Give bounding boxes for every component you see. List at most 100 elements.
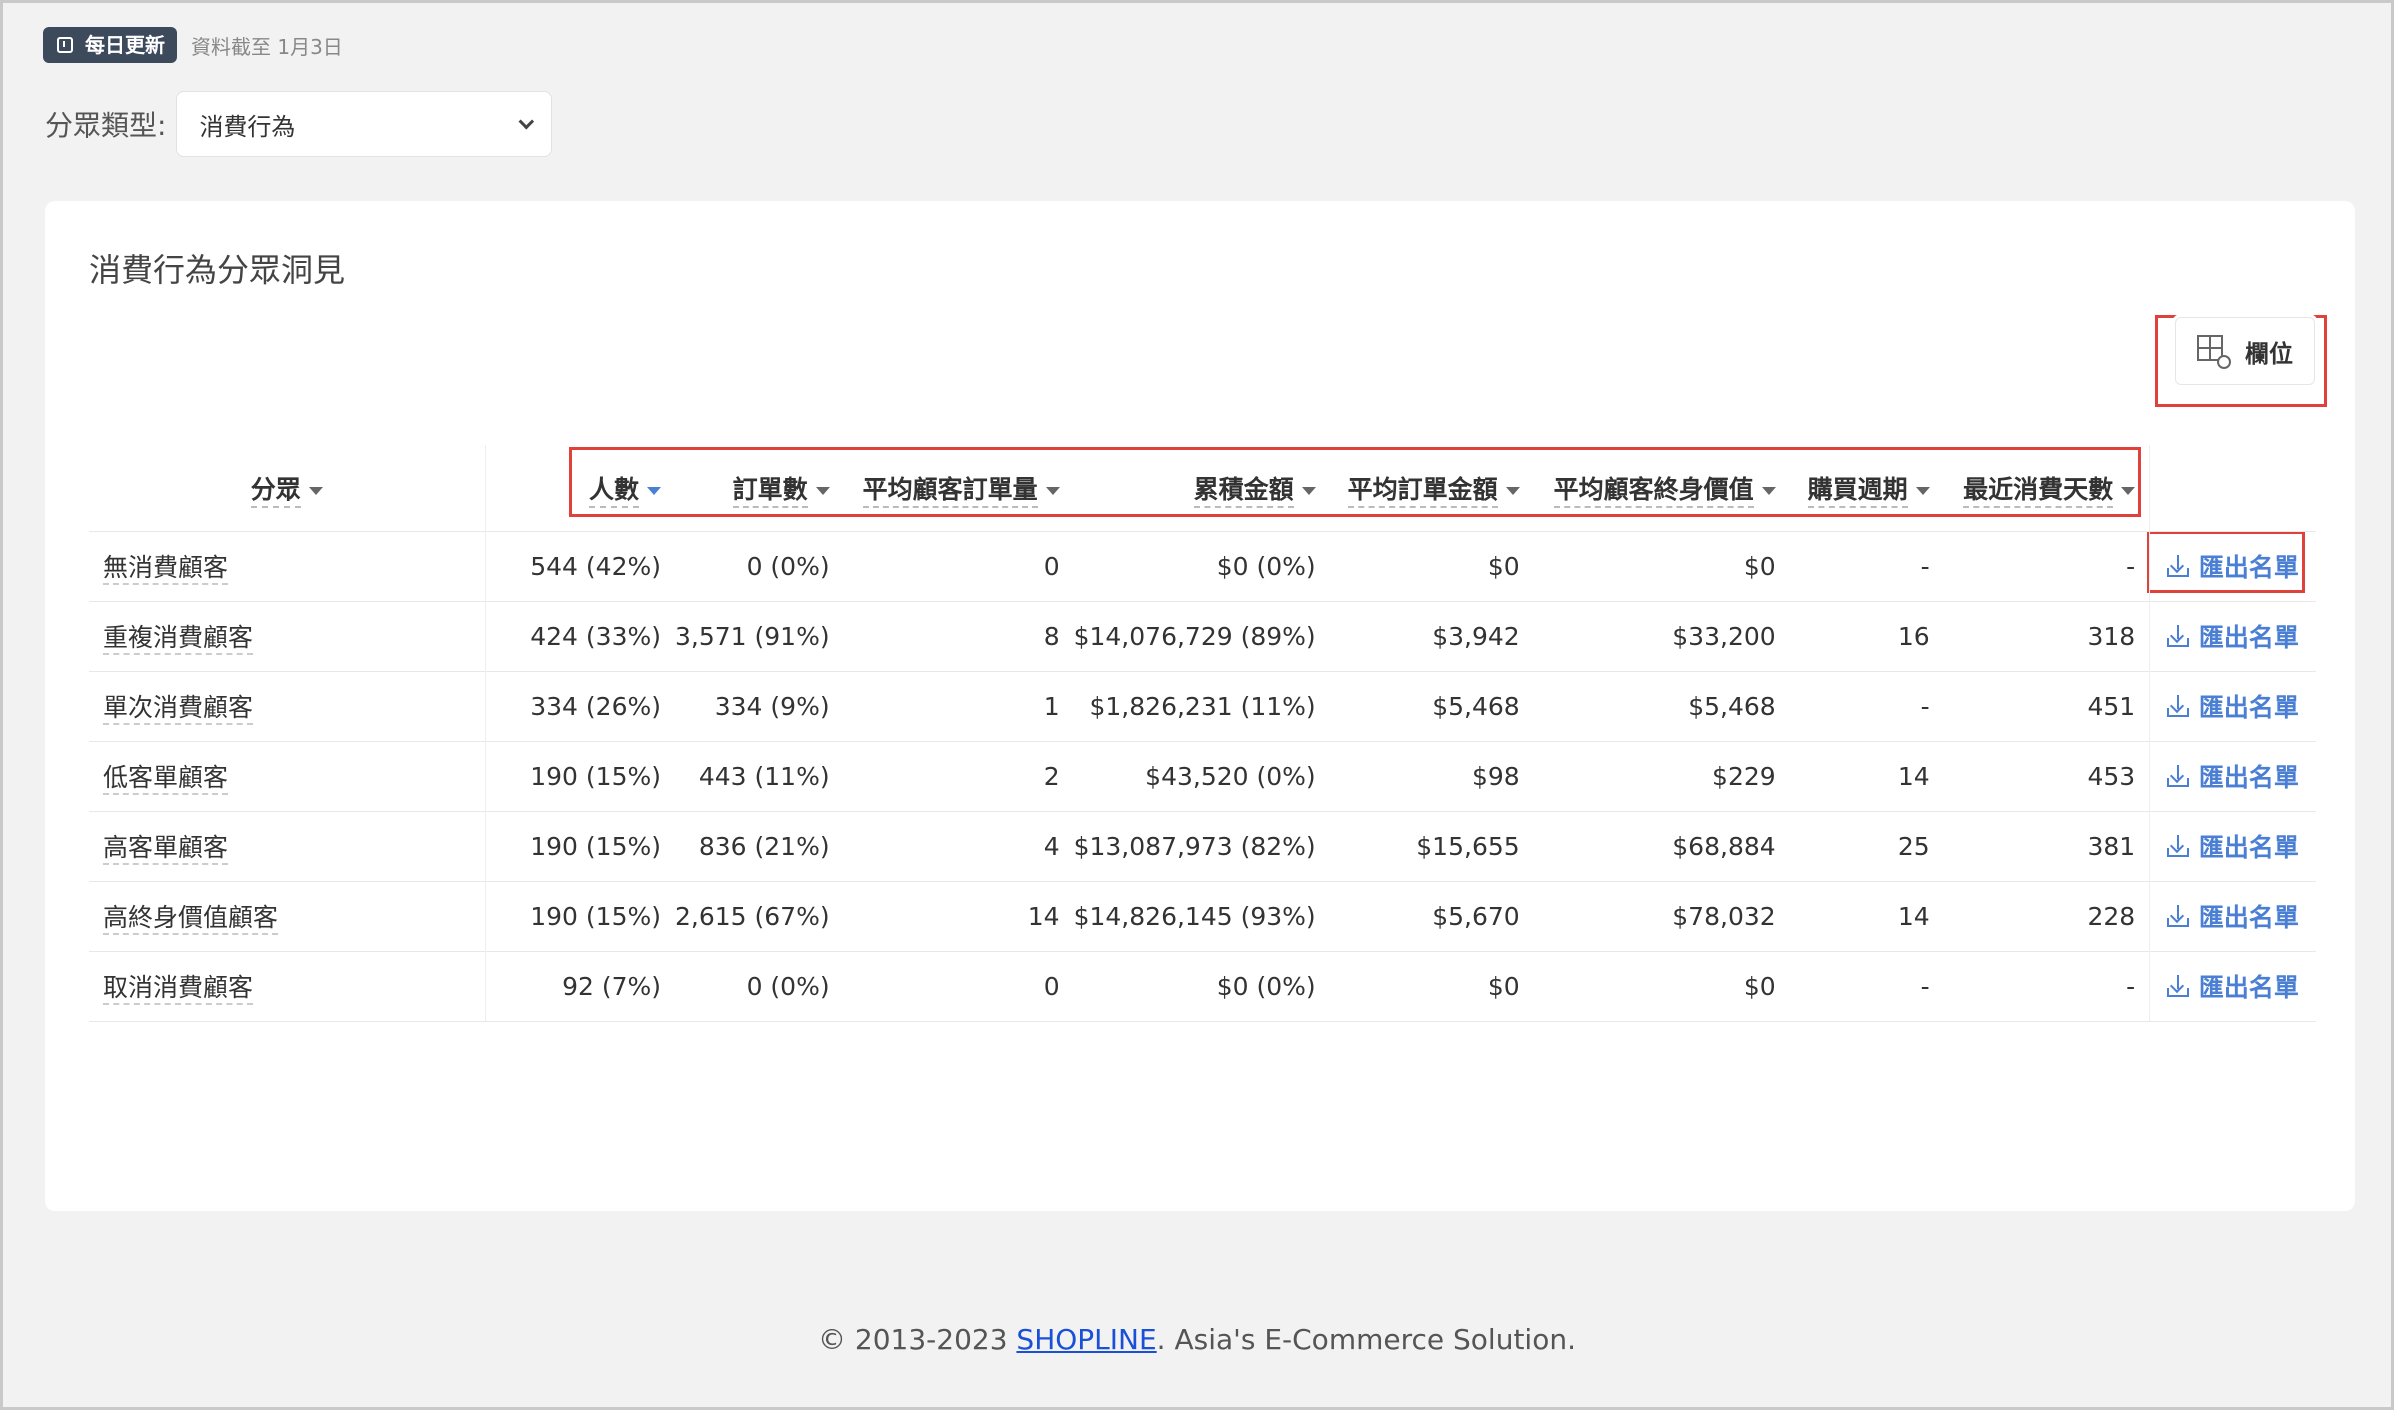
sort-caret-icon (1915, 486, 1930, 495)
segment-name[interactable]: 高終身價值顧客 (103, 903, 279, 935)
segment-name-cell: 取消消費顧客 (89, 950, 486, 1022)
segment-type-filter: 分眾類型: 消費行為 (45, 91, 553, 157)
update-status: 每日更新 資料截至 1月3日 (43, 27, 343, 63)
download-icon (2166, 695, 2189, 717)
table-row: 取消消費顧客 92 (7%) 0 (0%) 0 $0 (0%) $0 $0- - 匯出名單 (89, 950, 2316, 1022)
cell-avg-orders: 14 (843, 880, 1074, 951)
segment-name-cell: 單次消費顧客 (89, 670, 486, 741)
header-aov[interactable]: 平均訂單金額 (1330, 445, 1534, 531)
cell-people: 190 (15%) (485, 810, 675, 881)
segment-name-cell: 低客單顧客 (89, 740, 486, 811)
export-cell: 匯出名單 (2149, 880, 2316, 951)
data-date: 資料截至 1月3日 (191, 34, 343, 59)
segment-type-label: 分眾類型: (45, 109, 167, 142)
cell-avg-orders: 4 (843, 810, 1074, 881)
segment-name-cell: 高終身價值顧客 (89, 880, 486, 951)
cell-cycle: 14 (1789, 740, 1944, 811)
table-row: 高終身價值顧客 190 (15%) 2,615 (67%) 14 $14,826,145… (89, 880, 2316, 951)
download-icon (2166, 905, 2189, 927)
export-list-button[interactable]: 匯出名單 (2166, 898, 2299, 934)
cell-avg-orders: 0 (843, 530, 1074, 601)
cell-recency: 318 (1943, 600, 2150, 671)
table-header-row: 分眾 人數 訂單數 平均顧客訂單量 累積金額 平均訂單金額 平均顧客終身價值 購… (89, 445, 2316, 531)
header-recency[interactable]: 最近消費天數 (1944, 445, 2150, 531)
card-title: 消費行為分眾洞見 (89, 251, 346, 289)
segment-name[interactable]: 高客單顧客 (103, 833, 229, 865)
header-segment[interactable]: 分眾 (89, 445, 486, 531)
download-icon (2166, 555, 2189, 577)
cell-avg-orders: 1 (843, 670, 1074, 741)
table-row: 高客單顧客 190 (15%) 836 (21%) 4 $13,087,973 (82%… (89, 810, 2316, 881)
shopline-link[interactable]: SHOPLINE (1016, 1323, 1156, 1356)
segment-name-cell: 重複消費顧客 (89, 600, 486, 671)
header-total-amount[interactable]: 累積金額 (1074, 445, 1330, 531)
cell-people: 92 (7%) (485, 950, 675, 1022)
cell-people: 424 (33%) (485, 600, 675, 671)
column-settings-icon (2197, 335, 2231, 369)
export-list-button[interactable]: 匯出名單 (2166, 548, 2299, 584)
export-list-button[interactable]: 匯出名單 (2166, 968, 2299, 1004)
cell-aov: $98 (1329, 740, 1534, 811)
export-list-button[interactable]: 匯出名單 (2166, 758, 2299, 794)
download-icon (2166, 625, 2189, 647)
download-icon (2166, 835, 2189, 857)
segment-name[interactable]: 取消消費顧客 (103, 973, 254, 1005)
header-purchase-cycle[interactable]: 購買週期 (1790, 445, 1944, 531)
cell-recency: 228 (1943, 880, 2150, 951)
cell-total: $1,826,231 (11%) (1073, 670, 1330, 741)
cell-aov: $0 (1329, 530, 1534, 601)
cell-people: 544 (42%) (485, 530, 675, 601)
header-clv[interactable]: 平均顧客終身價值 (1534, 445, 1790, 531)
export-list-button[interactable]: 匯出名單 (2166, 688, 2299, 724)
sort-caret-icon (647, 486, 661, 495)
table-row: 低客單顧客 190 (15%) 443 (11%) 2 $43,520 (0%) $98 $… (89, 740, 2316, 811)
segment-name[interactable]: 單次消費顧客 (103, 693, 254, 725)
cell-people: 190 (15%) (485, 740, 675, 811)
segment-type-value: 消費行為 (199, 112, 296, 141)
chevron-down-icon (518, 113, 535, 129)
cell-clv: $5,468 (1533, 670, 1790, 741)
export-cell: 匯出名單 (2149, 670, 2316, 741)
cell-cycle: 25 (1789, 810, 1944, 881)
sort-caret-icon (1761, 486, 1776, 495)
cell-total: $0 (0%) (1073, 530, 1330, 601)
segment-name[interactable]: 低客單顧客 (103, 763, 229, 795)
cell-orders: 334 (9%) (675, 670, 844, 741)
cell-total: $13,087,973 (82%) (1073, 810, 1330, 881)
cell-cycle: - (1789, 670, 1944, 741)
export-list-button[interactable]: 匯出名單 (2166, 828, 2299, 864)
cell-cycle: - (1789, 530, 1944, 601)
cell-orders: 443 (11%) (675, 740, 844, 811)
insights-card: 消費行為分眾洞見 欄位 分眾 人數 訂單數 平均顧客訂單量 累積金額 平均訂單金… (45, 201, 2355, 1211)
segment-type-select[interactable]: 消費行為 (176, 91, 553, 157)
export-cell: 匯出名單 (2149, 600, 2316, 671)
cell-aov: $3,942 (1329, 600, 1534, 671)
segment-name[interactable]: 無消費顧客 (103, 553, 229, 585)
badge-label: 每日更新 (85, 33, 165, 57)
cell-orders: 0 (0%) (675, 530, 844, 601)
header-orders[interactable]: 訂單數 (675, 445, 844, 531)
sort-caret-icon (2121, 486, 2136, 495)
export-cell: 匯出名單 (2149, 740, 2316, 811)
cell-people: 190 (15%) (485, 880, 675, 951)
cell-clv: $229 (1533, 740, 1790, 811)
export-list-button[interactable]: 匯出名單 (2166, 618, 2299, 654)
cell-total: $14,826,145 (93%) (1073, 880, 1330, 951)
calendar-icon (57, 37, 73, 53)
segment-name[interactable]: 重複消費顧客 (103, 623, 254, 655)
cell-avg-orders: 8 (843, 600, 1074, 671)
sort-caret-icon (308, 486, 323, 495)
daily-update-badge: 每日更新 (43, 27, 177, 63)
header-actions (2149, 445, 2316, 531)
columns-button-label: 欄位 (2245, 339, 2293, 368)
header-avg-orders[interactable]: 平均顧客訂單量 (844, 445, 1074, 531)
cell-aov: $15,655 (1329, 810, 1534, 881)
columns-button[interactable]: 欄位 (2175, 317, 2315, 385)
cell-recency: 381 (1943, 810, 2150, 881)
header-people[interactable]: 人數 (485, 445, 675, 531)
cell-orders: 836 (21%) (675, 810, 844, 881)
cell-recency: - (1943, 950, 2150, 1022)
sort-caret-icon (1301, 486, 1316, 495)
cell-clv: $68,884 (1533, 810, 1790, 881)
export-cell: 匯出名單 (2149, 530, 2316, 601)
